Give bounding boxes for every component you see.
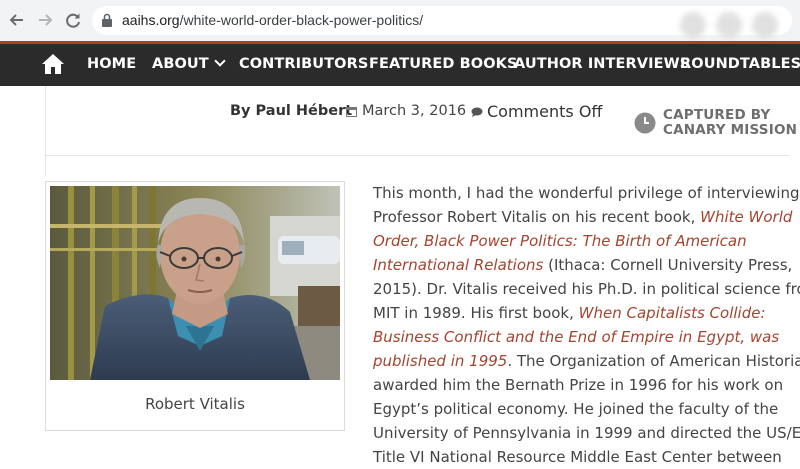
address-bar[interactable]: aaihs.org/white-world-order-black-power-… xyxy=(92,6,792,38)
article-paragraph: This month, I had the wonderful privileg… xyxy=(373,181,800,469)
article-text: Professor Robert Vitalis on his recent b… xyxy=(373,208,701,226)
nav-item-author-interviews[interactable]: AUTHOR INTERVIEWS xyxy=(514,56,690,72)
article-line: Title VI National Resource Middle East C… xyxy=(373,445,793,469)
home-icon[interactable] xyxy=(41,53,65,75)
post-author[interactable]: By Paul Hébert xyxy=(230,103,352,119)
article-line: Business Conflict and the End of Empire … xyxy=(373,325,793,349)
reload-icon[interactable] xyxy=(62,9,84,31)
author-photo xyxy=(50,186,340,380)
url-text: aaihs.org/white-world-order-black-power-… xyxy=(122,12,423,28)
chevron-down-icon xyxy=(214,55,226,67)
figure-caption: Robert Vitalis xyxy=(145,395,245,413)
article-body: This month, I had the wonderful privileg… xyxy=(373,181,800,469)
nav-item-featured-books[interactable]: FEATURED BOOKS xyxy=(369,56,518,72)
watermark-line2: CANARY MISSION xyxy=(663,122,798,138)
forward-arrow-icon[interactable] xyxy=(34,9,56,31)
book-title-link[interactable]: White World xyxy=(700,208,792,226)
url-path: /white-world-order-black-power-politics/ xyxy=(179,12,424,28)
article-text: 2015). Dr. Vitalis received his Ph.D. in… xyxy=(373,280,800,298)
extension-icon[interactable] xyxy=(716,12,742,38)
comment-bubble-icon xyxy=(471,107,483,117)
nav-item-about[interactable]: ABOUT xyxy=(152,55,226,72)
article-text: University of Pennsylvania in 1999 and d… xyxy=(373,424,800,442)
article-line: awarded him the Bernath Prize in 1996 fo… xyxy=(373,373,793,397)
browser-toolbar: aaihs.org/white-world-order-black-power-… xyxy=(0,0,800,41)
article-line: International Relations (Ithaca: Cornell… xyxy=(373,253,793,277)
article-line: published in 1995. The Organization of A… xyxy=(373,349,800,373)
article-text: awarded him the Bernath Prize in 1996 fo… xyxy=(373,376,784,394)
nav-item-contributors[interactable]: CONTRIBUTORS xyxy=(239,56,368,72)
author-figure: Robert Vitalis xyxy=(45,181,345,431)
main-navigation: HOME ABOUT CONTRIBUTORS FEATURED BOOKS A… xyxy=(0,44,800,86)
book-title-link[interactable]: published in 1995 xyxy=(373,352,507,370)
clock-icon xyxy=(634,112,656,134)
article-line: 2015). Dr. Vitalis received his Ph.D. in… xyxy=(373,277,800,301)
article-text: This month, I had the wonderful privileg… xyxy=(373,184,800,202)
article-text: Title VI National Resource Middle East C… xyxy=(373,448,782,466)
article-line: Egypt’s political economy. He joined the… xyxy=(373,397,793,421)
post-comments: Comments Off xyxy=(487,102,603,121)
extension-icon[interactable] xyxy=(752,12,778,38)
book-title-link[interactable]: When Capitalists Collide: xyxy=(579,304,766,322)
post-date: March 3, 2016 xyxy=(362,103,467,119)
book-title-link[interactable]: International Relations xyxy=(373,256,543,274)
content-border xyxy=(45,86,46,176)
url-host: aaihs.org xyxy=(122,12,180,28)
book-title-link[interactable]: Order, Black Power Politics: The Birth o… xyxy=(373,232,747,250)
article-line: This month, I had the wonderful privileg… xyxy=(373,181,800,205)
article-line: Professor Robert Vitalis on his recent b… xyxy=(373,205,793,229)
divider xyxy=(45,155,790,156)
article-text: . The Organization of American Historian… xyxy=(507,352,800,370)
watermark-line1: CAPTURED BY xyxy=(663,107,771,123)
canary-mission-watermark: CAPTURED BY CANARY MISSION xyxy=(634,107,798,140)
article-text: Egypt’s political economy. He joined the… xyxy=(373,400,779,418)
book-title-link[interactable]: Business Conflict and the End of Empire … xyxy=(373,328,779,346)
extension-icon[interactable] xyxy=(680,12,706,38)
article-line: MIT in 1989. His first book, When Capita… xyxy=(373,301,793,325)
nav-item-home[interactable]: HOME xyxy=(87,56,136,72)
article-text: MIT in 1989. His first book, xyxy=(373,304,579,322)
calendar-icon xyxy=(346,107,357,117)
article-line: Order, Black Power Politics: The Birth o… xyxy=(373,229,793,253)
nav-item-about-label: ABOUT xyxy=(152,56,209,72)
back-arrow-icon[interactable] xyxy=(6,9,28,31)
nav-item-roundtables[interactable]: ROUNDTABLES xyxy=(680,56,800,72)
article-text: (Ithaca: Cornell University Press, xyxy=(543,256,793,274)
article-line: University of Pennsylvania in 1999 and d… xyxy=(373,421,800,445)
lock-icon xyxy=(102,13,112,27)
